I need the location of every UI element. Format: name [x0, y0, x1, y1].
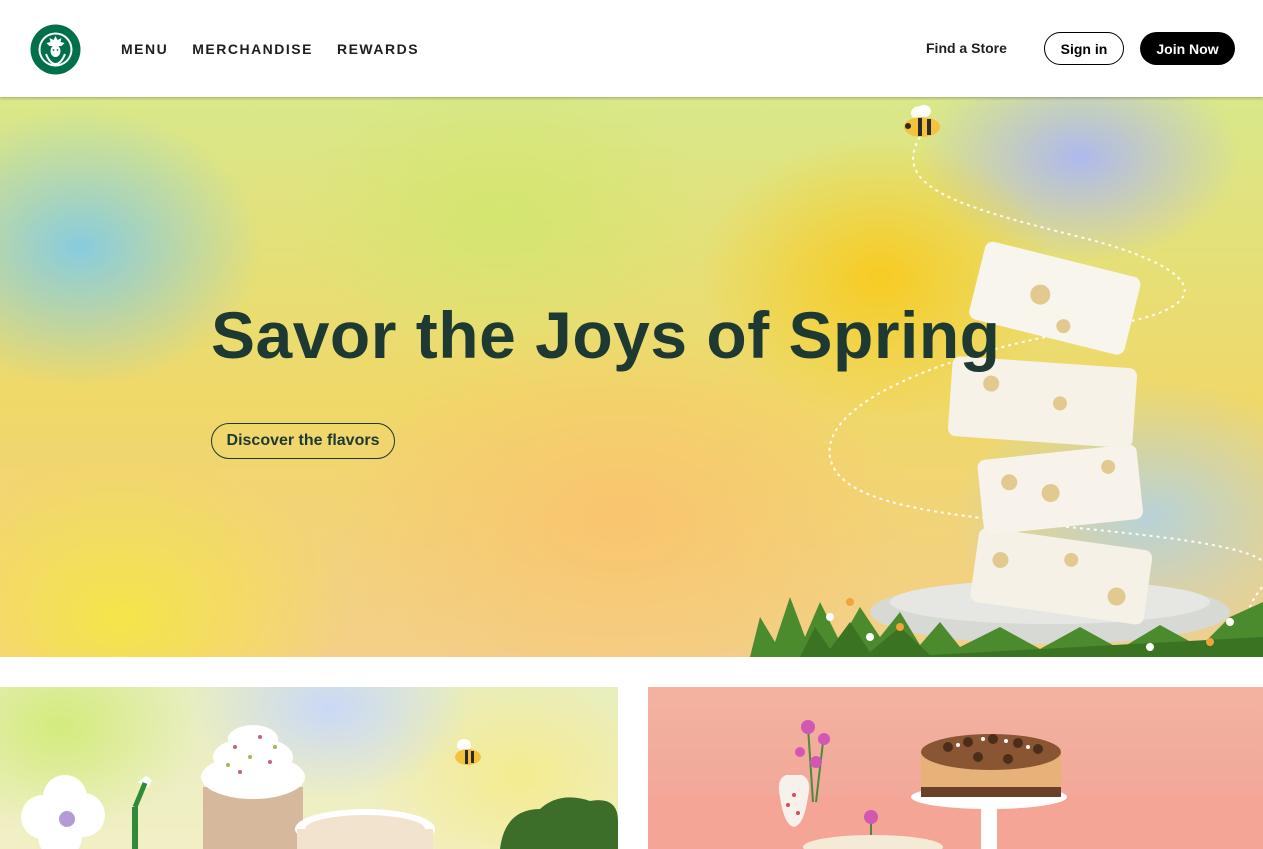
starbucks-logo-icon[interactable]: [30, 24, 81, 75]
promo-card-cheesecake[interactable]: [648, 687, 1263, 849]
discover-flavors-button[interactable]: Discover the flavors: [211, 423, 395, 459]
hero-banner: Savor the Joys of Spring Discover the fl…: [0, 97, 1263, 657]
find-store-link[interactable]: Find a Store: [926, 40, 1007, 56]
hero-image: [750, 105, 1263, 657]
main-nav: MENU MERCHANDISE REWARDS: [121, 41, 419, 57]
promo-image-cheesecake: [648, 720, 1263, 849]
find-store-label: Find a Store: [926, 40, 1007, 56]
sign-in-button[interactable]: Sign in: [1044, 32, 1124, 65]
nav-menu[interactable]: MENU: [121, 41, 168, 57]
hero-title: Savor the Joys of Spring: [211, 298, 1001, 372]
promo-card-drinks[interactable]: [0, 687, 618, 849]
site-header: MENU MERCHANDISE REWARDS Find a Store Si…: [0, 0, 1263, 97]
nav-merchandise[interactable]: MERCHANDISE: [192, 41, 313, 57]
join-now-button[interactable]: Join Now: [1140, 32, 1235, 65]
promo-image-drinks: [21, 725, 618, 849]
nav-rewards[interactable]: REWARDS: [337, 41, 419, 57]
